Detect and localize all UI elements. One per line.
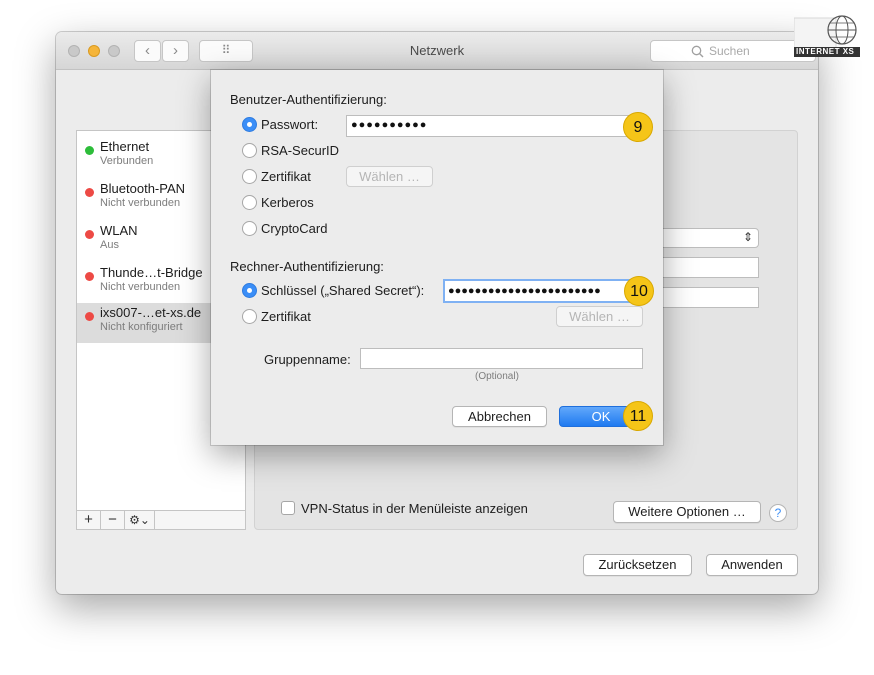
service-status: Verbunden [100,155,154,167]
step-marker-10: 10 [624,276,654,306]
service-status: Nicht verbunden [100,197,181,209]
radio-password-label: Passwort: [261,117,319,132]
radio-kerberos[interactable] [242,195,257,210]
group-name-field[interactable] [360,348,643,369]
status-dot [85,312,94,321]
cancel-button[interactable]: Abbrechen [452,406,547,427]
popup-arrows-icon: ⇕ [742,230,753,244]
status-dot [85,188,94,197]
internet-xs-logo: INTERNET XS [794,14,860,58]
service-name: WLAN [100,223,138,238]
service-name: Thunde…t-Bridge [100,265,203,280]
radio-user-certificate[interactable] [242,169,257,184]
logo-text: INTERNET XS [796,47,855,56]
status-dot [85,272,94,281]
title-bar: ‹ › ⠿ Netzwerk Suchen [56,32,818,70]
radio-machine-certificate-label: Zertifikat [261,309,311,324]
help-button[interactable]: ? [769,504,787,522]
vpn-status-label: VPN-Status in der Menüleiste anzeigen [301,501,528,516]
search-placeholder: Suchen [709,44,750,58]
radio-shared-secret[interactable] [242,283,257,298]
service-status: Nicht verbunden [100,281,181,293]
gear-menu-button[interactable]: ⚙︎⌄ [125,511,155,529]
radio-cryptocard[interactable] [242,221,257,236]
radio-password[interactable] [242,117,257,132]
configuration-popup[interactable]: ⇕ [655,228,759,248]
service-status: Aus [100,239,119,251]
radio-rsa-securid[interactable] [242,143,257,158]
reset-button[interactable]: Zurücksetzen [583,554,692,576]
choose-machine-certificate-button[interactable]: Wählen … [556,306,643,327]
status-dot [85,230,94,239]
account-name-field[interactable] [655,287,759,308]
group-name-label: Gruppenname: [264,352,351,367]
service-name: Ethernet [100,139,150,154]
radio-shared-secret-label: Schlüssel („Shared Secret“): [261,283,425,298]
radio-user-certificate-label: Zertifikat [261,169,311,184]
status-dot [85,146,94,155]
server-address-field[interactable] [655,257,759,278]
search-icon [691,45,704,58]
apply-button[interactable]: Anwenden [706,554,798,576]
service-name: Bluetooth-PAN [100,181,186,196]
add-service-button[interactable]: + [77,511,101,529]
vpn-status-checkbox[interactable] [281,501,295,515]
password-field[interactable]: ●●●●●●●●●● [346,115,629,137]
radio-kerberos-label: Kerberos [261,195,314,210]
optional-hint: (Optional) [475,371,519,382]
service-name: ixs007-…et-xs.de [100,305,202,320]
step-marker-9: 9 [623,112,653,142]
authentication-settings-sheet: Benutzer-Authentifizierung: Passwort: ●●… [211,70,663,445]
more-options-button[interactable]: Weitere Optionen … [613,501,761,523]
remove-service-button[interactable]: − [101,511,125,529]
radio-cryptocard-label: CryptoCard [261,221,328,236]
service-status: Nicht konfiguriert [100,321,183,333]
gear-icon: ⚙︎⌄ [129,513,150,527]
radio-machine-certificate[interactable] [242,309,257,324]
service-list-toolbar: + − ⚙︎⌄ [76,510,246,530]
radio-rsa-securid-label: RSA-SecurID [261,143,340,158]
search-field[interactable]: Suchen [650,40,816,62]
machine-auth-heading: Rechner-Authentifizierung: [230,259,384,274]
choose-user-certificate-button[interactable]: Wählen … [346,166,433,187]
step-marker-11: 11 [623,401,653,431]
user-auth-heading: Benutzer-Authentifizierung: [230,92,387,107]
shared-secret-field[interactable]: ●●●●●●●●●●●●●●●●●●●●●●● [443,279,634,303]
